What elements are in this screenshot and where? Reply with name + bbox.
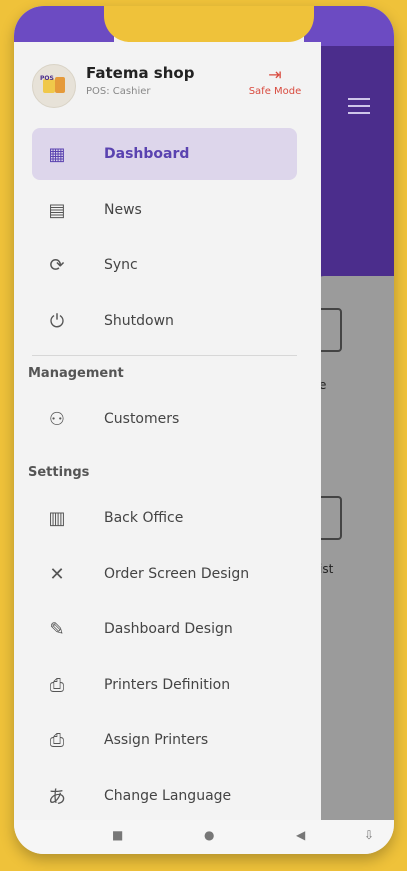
grid-icon: ▦ <box>48 143 66 165</box>
menu-item-label: Order Screen Design <box>104 566 250 582</box>
navigation-drawer: POS Fatema shop POS: Cashier ⇥ Safe Mode… <box>14 42 321 822</box>
building-icon: ▥ <box>48 507 66 529</box>
home-icon[interactable]: ● <box>204 828 214 842</box>
menu-item-back-office[interactable]: ▥ Back Office <box>32 492 297 544</box>
menu-item-label: Change Language <box>104 788 232 804</box>
menu-item-news[interactable]: ▤ News <box>32 184 297 236</box>
menu-item-order-screen-design[interactable]: ✕ Order Screen Design <box>32 548 297 600</box>
menu-item-shutdown[interactable]: ⏻ Shutdown <box>32 295 297 347</box>
sync-icon: ⟳ <box>49 254 65 276</box>
safe-mode-label: Safe Mode <box>248 86 302 97</box>
menu-item-label: Sync <box>104 257 138 273</box>
shop-name: Fatema shop <box>86 64 195 82</box>
menu-item-change-language[interactable]: あ Change Language <box>32 770 297 822</box>
printer-settings-icon: ⎙ <box>49 729 65 751</box>
printer-icon: ⎙ <box>49 674 65 696</box>
tools-icon: ✕ <box>49 563 65 585</box>
menu-item-sync[interactable]: ⟳ Sync <box>32 239 297 291</box>
drawer-header: POS Fatema shop POS: Cashier ⇥ Safe Mode <box>28 60 309 112</box>
people-icon: ⚇ <box>48 408 66 430</box>
app-card <box>314 276 394 828</box>
menu-item-customers[interactable]: ⚇ Customers <box>32 393 297 445</box>
menu-item-printers-definition[interactable]: ⎙ Printers Definition <box>32 659 297 711</box>
menu-item-label: Shutdown <box>104 313 174 329</box>
safe-mode-button[interactable]: ⇥ Safe Mode <box>243 65 307 98</box>
newspaper-icon: ▤ <box>48 199 66 221</box>
menu-item-label: Customers <box>104 411 180 427</box>
hide-keyboard-icon[interactable]: ⇩ <box>364 828 374 842</box>
shop-avatar: POS <box>32 64 76 108</box>
section-management: Management <box>28 366 124 381</box>
menu-item-label: Printers Definition <box>104 677 231 693</box>
app-tile-label: ist <box>319 562 334 576</box>
menu-item-label: Assign Printers <box>104 732 209 748</box>
design-icon: ✎ <box>49 618 65 640</box>
menu-item-label: Dashboard <box>104 146 190 162</box>
logout-icon: ⇥ <box>268 65 282 84</box>
shop-subtitle: POS: Cashier <box>86 86 151 97</box>
divider <box>32 355 297 356</box>
system-navigation-bar: ■ ● ◀ ⇩ <box>14 820 394 854</box>
phone-notch <box>104 6 314 42</box>
menu-item-label: Back Office <box>104 510 184 526</box>
menu-item-label: News <box>104 202 142 218</box>
language-icon: あ <box>48 787 66 808</box>
phone-frame: e ist POS Fatema shop POS: Cashier ⇥ Saf… <box>14 6 394 854</box>
menu-item-dashboard-design[interactable]: ✎ Dashboard Design <box>32 603 297 655</box>
power-icon: ⏻ <box>49 310 65 332</box>
section-settings: Settings <box>28 465 90 480</box>
menu-item-dashboard[interactable]: ▦ Dashboard <box>32 128 297 180</box>
menu-item-assign-printers[interactable]: ⎙ Assign Printers <box>32 714 297 766</box>
back-icon[interactable]: ◀ <box>296 828 305 842</box>
menu-item-label: Dashboard Design <box>104 621 233 637</box>
hamburger-menu-icon[interactable] <box>348 98 370 116</box>
recent-apps-icon[interactable]: ■ <box>112 828 123 842</box>
